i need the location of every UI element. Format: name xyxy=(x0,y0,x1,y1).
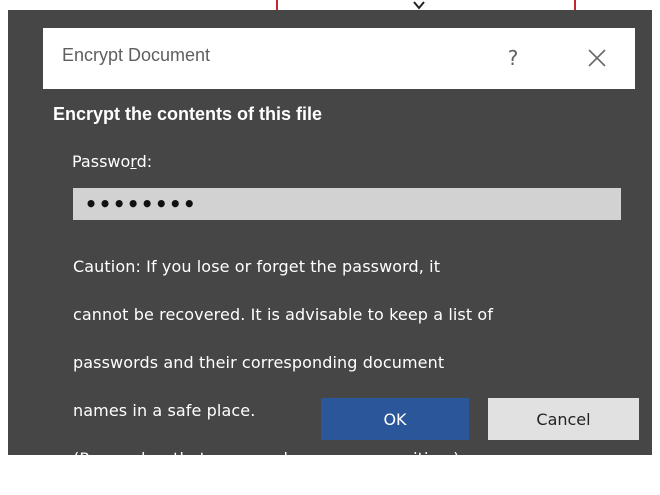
background-glyph-fragment xyxy=(413,1,425,10)
dialog-titlebar: Encrypt Document ? xyxy=(43,28,635,89)
close-button[interactable] xyxy=(575,40,619,76)
caution-line: cannot be recovered. It is advisable to … xyxy=(73,305,494,324)
caution-line: (Remember that passwords are case-sensit… xyxy=(73,449,460,468)
dialog-title: Encrypt Document xyxy=(62,45,211,65)
close-icon xyxy=(588,49,606,67)
password-label-prefix: Passwo xyxy=(72,152,131,171)
ok-button[interactable]: OK xyxy=(321,398,469,440)
caution-text: Caution: If you lose or forget the passw… xyxy=(73,231,653,495)
cancel-button[interactable]: Cancel xyxy=(488,398,639,440)
caution-line: passwords and their corresponding docume… xyxy=(73,353,445,372)
caution-line: Caution: If you lose or forget the passw… xyxy=(73,257,441,276)
password-label-suffix: d: xyxy=(136,152,153,171)
section-heading: Encrypt the contents of this file xyxy=(53,104,323,124)
help-button[interactable]: ? xyxy=(493,40,533,76)
password-label: Password: xyxy=(72,152,152,171)
password-field[interactable]: •••••••• xyxy=(73,188,621,220)
